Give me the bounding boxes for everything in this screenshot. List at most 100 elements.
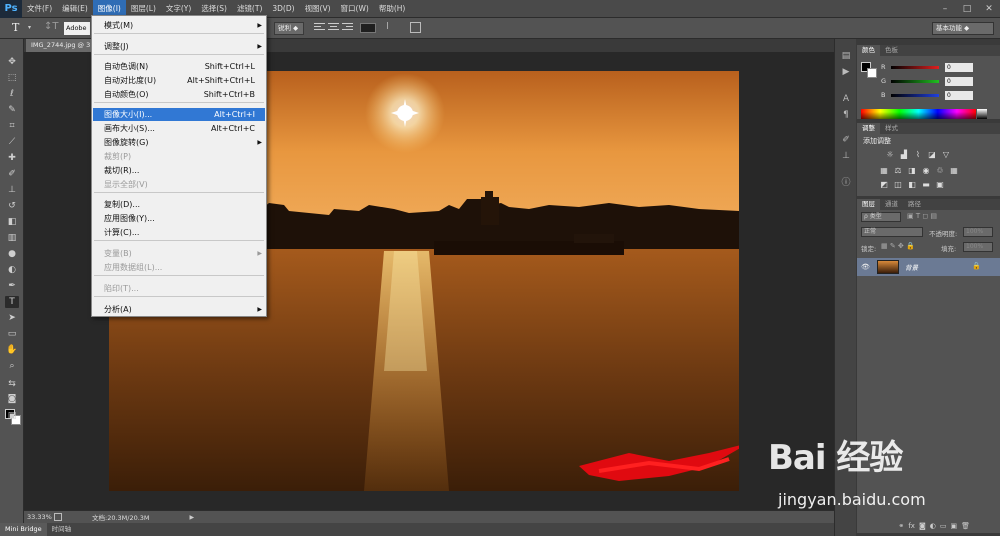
layer-style-icon[interactable]: fx (908, 522, 915, 530)
type-tool-icon[interactable]: T (12, 21, 26, 35)
text-color-swatch[interactable] (360, 23, 376, 33)
image-menu-item[interactable]: 自动色调(N) Shift+Ctrl+L (93, 60, 265, 73)
red-slider-bar[interactable] (891, 65, 939, 69)
clone-source-panel-icon[interactable]: ⊥ (840, 151, 852, 162)
opacity-field[interactable]: 100% (963, 227, 993, 237)
gradient-map-icon[interactable]: ▬ (921, 180, 931, 189)
new-layer-icon[interactable]: ▣ (950, 522, 957, 530)
default-colors-icon[interactable]: ⇆ (5, 378, 19, 390)
brush-tool-icon[interactable]: ✐ (5, 168, 19, 180)
black-white-icon[interactable]: ◨ (907, 166, 917, 175)
zoom-tool-icon[interactable]: ⌕ (5, 360, 19, 372)
link-layers-icon[interactable]: ⚭ (898, 522, 904, 530)
info-panel-icon[interactable]: ⓘ (840, 175, 852, 188)
layer-name[interactable]: 背景 (905, 262, 918, 272)
hand-tool-icon[interactable]: ✋ (5, 344, 19, 356)
color-bg-swatch[interactable] (867, 68, 877, 78)
threshold-icon[interactable]: ◧ (907, 180, 917, 189)
character-panel-icon[interactable]: A (840, 94, 852, 105)
history-panel-icon[interactable]: ▤ (840, 51, 852, 62)
brightness-icon[interactable]: ☼ (885, 150, 895, 159)
tab-adjustments[interactable]: 调整 (857, 123, 880, 134)
levels-icon[interactable]: ▟ (899, 150, 909, 159)
align-right-icon[interactable] (342, 23, 353, 33)
close-icon[interactable]: ✕ (978, 0, 1000, 18)
delete-layer-icon[interactable]: 🗑 (961, 522, 970, 530)
blue-slider-bar[interactable] (891, 93, 939, 97)
eraser-tool-icon[interactable]: ◧ (5, 216, 19, 228)
history-brush-tool-icon[interactable]: ↺ (5, 200, 19, 212)
antialias-select[interactable]: 锐利 ◆ (274, 22, 304, 35)
tab-timeline[interactable]: 时间轴 (47, 523, 77, 536)
visibility-eye-icon[interactable]: 👁 (861, 263, 870, 271)
fill-field[interactable]: 100% (963, 242, 993, 252)
vibrance-icon[interactable]: ▽ (941, 150, 951, 159)
quick-select-tool-icon[interactable]: ✎ (5, 104, 19, 116)
minimize-icon[interactable]: – (934, 0, 956, 18)
shape-tool-icon[interactable]: ▭ (5, 328, 19, 340)
green-slider[interactable]: G 0 (881, 76, 999, 86)
tab-channels[interactable]: 通道 (880, 199, 903, 210)
marquee-tool-icon[interactable]: ⬚ (5, 72, 19, 84)
curves-icon[interactable]: ⌇ (913, 150, 923, 159)
pen-tool-icon[interactable]: ✒ (5, 280, 19, 292)
healing-brush-tool-icon[interactable]: ✚ (5, 152, 19, 164)
blue-value-field[interactable]: 0 (945, 90, 973, 100)
status-menu-arrow-icon[interactable]: ▶ (190, 514, 195, 521)
blur-tool-icon[interactable]: ● (5, 248, 19, 260)
move-tool-icon[interactable]: ✥ (5, 56, 19, 68)
color-lookup-icon[interactable]: ▦ (949, 166, 959, 175)
adjustment-layer-icon[interactable]: ◐ (930, 522, 936, 530)
tab-color[interactable]: 颜色 (857, 45, 880, 56)
image-menu-item[interactable]: 分析(A) ▶ (93, 303, 265, 316)
tab-layers[interactable]: 图层 (857, 199, 880, 210)
zoom-level[interactable]: 33.33% (24, 513, 54, 521)
image-menu-item[interactable]: 模式(M) ▶ (93, 19, 265, 32)
image-menu-item[interactable]: 自动颜色(O) Shift+Ctrl+B (93, 88, 265, 101)
color-spectrum-bar[interactable] (861, 109, 976, 119)
menu-view[interactable]: 视图(V) (300, 0, 336, 18)
red-value-field[interactable]: 0 (945, 62, 973, 72)
image-menu-item[interactable]: 图像旋转(G) ▶ (93, 136, 265, 149)
group-icon[interactable]: ▭ (940, 522, 947, 530)
layer-filter-icons[interactable]: ▣ T ◻ ▤ (907, 212, 937, 220)
type-tool-icon[interactable]: T (5, 296, 19, 308)
eyedropper-tool-icon[interactable]: ⟋ (5, 136, 19, 148)
menu-window[interactable]: 窗口(W) (336, 0, 374, 18)
dodge-tool-icon[interactable]: ◐ (5, 264, 19, 276)
workspace-select[interactable]: 基本功能 ◆ (932, 22, 994, 35)
font-family-field[interactable]: Adobe (64, 22, 90, 35)
paragraph-panel-icon[interactable]: ¶ (840, 110, 852, 121)
layer-row-background[interactable]: 👁 背景 🔒 (857, 258, 1000, 276)
red-slider[interactable]: R 0 (881, 62, 999, 72)
image-menu-item[interactable]: 计算(C)... (93, 226, 265, 239)
grayscale-ramp[interactable] (977, 109, 987, 119)
brush-panel-icon[interactable]: ✐ (840, 135, 852, 146)
menu-help[interactable]: 帮助(H) (374, 0, 411, 18)
crop-tool-icon[interactable]: ⌗ (5, 120, 19, 132)
selective-color-icon[interactable]: ▣ (935, 180, 945, 189)
blue-slider[interactable]: B 0 (881, 90, 999, 100)
blend-mode-select[interactable]: 正常 (861, 227, 923, 237)
maximize-icon[interactable]: □ (956, 0, 978, 18)
photo-filter-icon[interactable]: ◉ (921, 166, 931, 175)
layer-mask-icon[interactable]: ◙ (919, 522, 926, 530)
layer-kind-filter[interactable]: ρ 类型 (861, 212, 901, 222)
path-select-tool-icon[interactable]: ➤ (5, 312, 19, 324)
lasso-tool-icon[interactable]: ℓ (5, 88, 19, 100)
actions-panel-icon[interactable]: ▶ (840, 67, 852, 78)
text-orientation-icon[interactable]: ↕T (44, 21, 59, 32)
image-menu-item[interactable]: 调整(J) ▶ (93, 40, 265, 53)
align-center-icon[interactable] (328, 23, 339, 33)
clone-stamp-tool-icon[interactable]: ⊥ (5, 184, 19, 196)
color-balance-icon[interactable]: ⚖ (893, 166, 903, 175)
document-info[interactable]: 文档:20.3M/20.3M (92, 512, 150, 522)
tab-swatches[interactable]: 色板 (880, 45, 903, 56)
menu-3d[interactable]: 3D(D) (267, 0, 299, 18)
posterize-icon[interactable]: ◫ (893, 180, 903, 189)
image-menu-item[interactable]: 画布大小(S)... Alt+Ctrl+C (93, 122, 265, 135)
quick-mask-icon[interactable]: ◙ (5, 393, 19, 405)
menu-file[interactable]: 文件(F) (22, 0, 57, 18)
green-slider-bar[interactable] (891, 79, 939, 83)
channel-mixer-icon[interactable]: ♲ (935, 166, 945, 175)
